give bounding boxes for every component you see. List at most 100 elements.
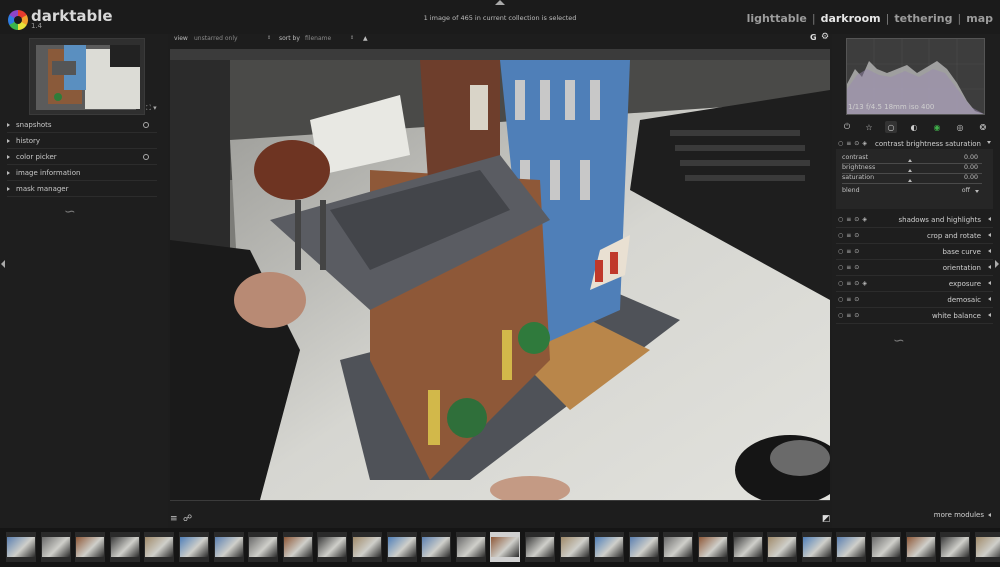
multi-instance-icon[interactable]: ≡ bbox=[846, 280, 851, 287]
reset-icon[interactable]: ⊙ bbox=[854, 312, 859, 319]
sort-dropdown[interactable]: filename bbox=[305, 35, 355, 42]
view-map[interactable]: map bbox=[966, 12, 993, 25]
multi-instance-icon[interactable]: ≡ bbox=[846, 264, 851, 271]
module-demosaic[interactable]: ○ ≡ ⊙ demosaic bbox=[836, 292, 993, 308]
module-exposure[interactable]: ○ ≡ ⊙ ◈ exposure bbox=[836, 276, 993, 292]
grouping-button[interactable]: G bbox=[810, 33, 817, 42]
enable-toggle-icon[interactable]: ○ bbox=[838, 216, 843, 223]
filmstrip-thumb[interactable] bbox=[40, 532, 71, 562]
correction-group-icon[interactable]: ◎ bbox=[954, 121, 966, 133]
basic-group-icon[interactable]: ○ bbox=[885, 121, 897, 133]
module-base-curve[interactable]: ○ ≡ ⊙ base curve bbox=[836, 244, 993, 260]
filmstrip-thumb[interactable] bbox=[663, 532, 694, 562]
presets-icon[interactable]: ◈ bbox=[862, 280, 867, 287]
filmstrip-thumb[interactable] bbox=[317, 532, 348, 562]
reset-icon[interactable] bbox=[143, 121, 149, 128]
filmstrip-thumb[interactable] bbox=[940, 532, 971, 562]
effects-group-icon[interactable]: ❂ bbox=[977, 121, 989, 133]
enable-toggle-icon[interactable]: ○ bbox=[838, 232, 843, 239]
collapse-left-panel-arrow-icon[interactable] bbox=[1, 260, 5, 268]
collapse-top-panel-arrow-icon[interactable] bbox=[495, 0, 505, 5]
panel-mask-manager[interactable]: mask manager bbox=[7, 181, 157, 197]
reset-icon[interactable]: ⊙ bbox=[854, 232, 859, 239]
blend-mode-dropdown[interactable]: blend off bbox=[842, 187, 982, 197]
filmstrip-thumb[interactable] bbox=[248, 532, 279, 562]
filmstrip-thumb[interactable] bbox=[905, 532, 936, 562]
slider-handle-icon[interactable] bbox=[908, 169, 912, 172]
enable-toggle-icon[interactable]: ○ bbox=[838, 280, 843, 287]
filmstrip-thumb[interactable] bbox=[386, 532, 417, 562]
reset-icon[interactable]: ⊙ bbox=[854, 216, 859, 223]
view-lighttable[interactable]: lighttable bbox=[747, 12, 807, 25]
enable-toggle-icon[interactable]: ○ bbox=[838, 140, 843, 147]
presets-menu-icon[interactable]: ≡ bbox=[170, 514, 178, 524]
multi-instance-icon[interactable]: ≡ bbox=[846, 312, 851, 319]
multi-instance-icon[interactable]: ≡ bbox=[846, 248, 851, 255]
filmstrip-thumb[interactable] bbox=[455, 532, 486, 562]
styles-icon[interactable]: ☍ bbox=[183, 514, 192, 524]
filmstrip-thumb[interactable] bbox=[871, 532, 901, 562]
filmstrip-thumb[interactable] bbox=[525, 532, 555, 562]
slider-handle-icon[interactable] bbox=[908, 179, 912, 182]
multi-instance-icon[interactable]: ≡ bbox=[846, 232, 851, 239]
reset-icon[interactable]: ⊙ bbox=[854, 248, 859, 255]
module-white-balance[interactable]: ○ ≡ ⊙ white balance bbox=[836, 308, 993, 324]
reset-icon[interactable]: ⊙ bbox=[854, 140, 859, 147]
filmstrip-thumb[interactable] bbox=[352, 532, 382, 562]
reset-icon[interactable]: ⊙ bbox=[854, 264, 859, 271]
saturation-slider[interactable]: saturation 0.00 bbox=[842, 174, 982, 184]
slider-track[interactable] bbox=[842, 183, 982, 184]
filmstrip-thumb[interactable] bbox=[144, 532, 175, 562]
presets-icon[interactable]: ◈ bbox=[862, 216, 867, 223]
multi-instance-icon[interactable]: ≡ bbox=[846, 216, 851, 223]
enable-toggle-icon[interactable]: ○ bbox=[838, 296, 843, 303]
overexposed-toggle-icon[interactable]: ◩ bbox=[822, 514, 831, 524]
filmstrip-thumb[interactable] bbox=[836, 532, 867, 562]
module-crop-and-rotate[interactable]: ○ ≡ ⊙ crop and rotate bbox=[836, 228, 993, 244]
view-tethering[interactable]: tethering bbox=[894, 12, 952, 25]
filmstrip-thumb[interactable] bbox=[109, 532, 140, 562]
view-darkroom[interactable]: darkroom bbox=[821, 12, 881, 25]
filmstrip-thumb[interactable] bbox=[698, 532, 728, 562]
brightness-slider[interactable]: brightness 0.00 bbox=[842, 164, 982, 174]
favorites-group-icon[interactable]: ☆ bbox=[863, 121, 875, 133]
navigation-preview[interactable] bbox=[29, 38, 145, 115]
contrast-slider[interactable]: contrast 0.00 bbox=[842, 154, 982, 164]
more-modules-button[interactable]: more modules bbox=[934, 511, 984, 519]
view-filter-dropdown[interactable]: unstarred only bbox=[194, 35, 272, 42]
filmstrip-thumb[interactable] bbox=[421, 532, 452, 562]
filmstrip-thumb[interactable] bbox=[732, 532, 763, 562]
panel-history[interactable]: history bbox=[7, 133, 157, 149]
module-shadows-and-highlights[interactable]: ○ ≡ ⊙ ◈ shadows and highlights bbox=[836, 212, 993, 228]
multi-instance-icon[interactable]: ≡ bbox=[846, 296, 851, 303]
slider-handle-icon[interactable] bbox=[908, 159, 912, 162]
filmstrip-thumb[interactable] bbox=[213, 532, 244, 562]
reset-icon[interactable]: ⊙ bbox=[854, 296, 859, 303]
filmstrip-thumb[interactable] bbox=[75, 532, 106, 562]
presets-icon[interactable]: ◈ bbox=[862, 140, 867, 147]
edited-photo[interactable] bbox=[170, 60, 830, 500]
filmstrip-thumb[interactable] bbox=[767, 532, 798, 562]
filmstrip-thumb[interactable] bbox=[282, 532, 313, 562]
filmstrip-thumb[interactable] bbox=[628, 532, 659, 562]
tone-group-icon[interactable]: ◐ bbox=[908, 121, 920, 133]
color-group-icon[interactable]: ◉ bbox=[931, 121, 943, 133]
panel-snapshots[interactable]: snapshots bbox=[7, 117, 157, 133]
filmstrip-thumb[interactable] bbox=[594, 532, 625, 562]
panel-image-information[interactable]: image information bbox=[7, 165, 157, 181]
filmstrip-thumb[interactable] bbox=[179, 532, 209, 562]
filmstrip-thumb[interactable] bbox=[801, 532, 832, 562]
module-orientation[interactable]: ○ ≡ ⊙ orientation bbox=[836, 260, 993, 276]
filmstrip-thumb[interactable] bbox=[559, 532, 590, 562]
multi-instance-icon[interactable]: ≡ bbox=[846, 140, 851, 147]
enable-toggle-icon[interactable]: ○ bbox=[838, 264, 843, 271]
filmstrip-thumb-selected[interactable] bbox=[490, 532, 521, 562]
reset-icon[interactable] bbox=[143, 153, 149, 160]
enable-toggle-icon[interactable]: ○ bbox=[838, 312, 843, 319]
filmstrip-thumb[interactable] bbox=[6, 532, 36, 562]
enable-toggle-icon[interactable]: ○ bbox=[838, 248, 843, 255]
reset-icon[interactable]: ⊙ bbox=[854, 280, 859, 287]
active-modules-group-icon[interactable]: ⏻ bbox=[841, 121, 853, 133]
collapse-right-panel-arrow-icon[interactable] bbox=[995, 260, 999, 268]
filmstrip-thumb[interactable] bbox=[974, 532, 1000, 562]
